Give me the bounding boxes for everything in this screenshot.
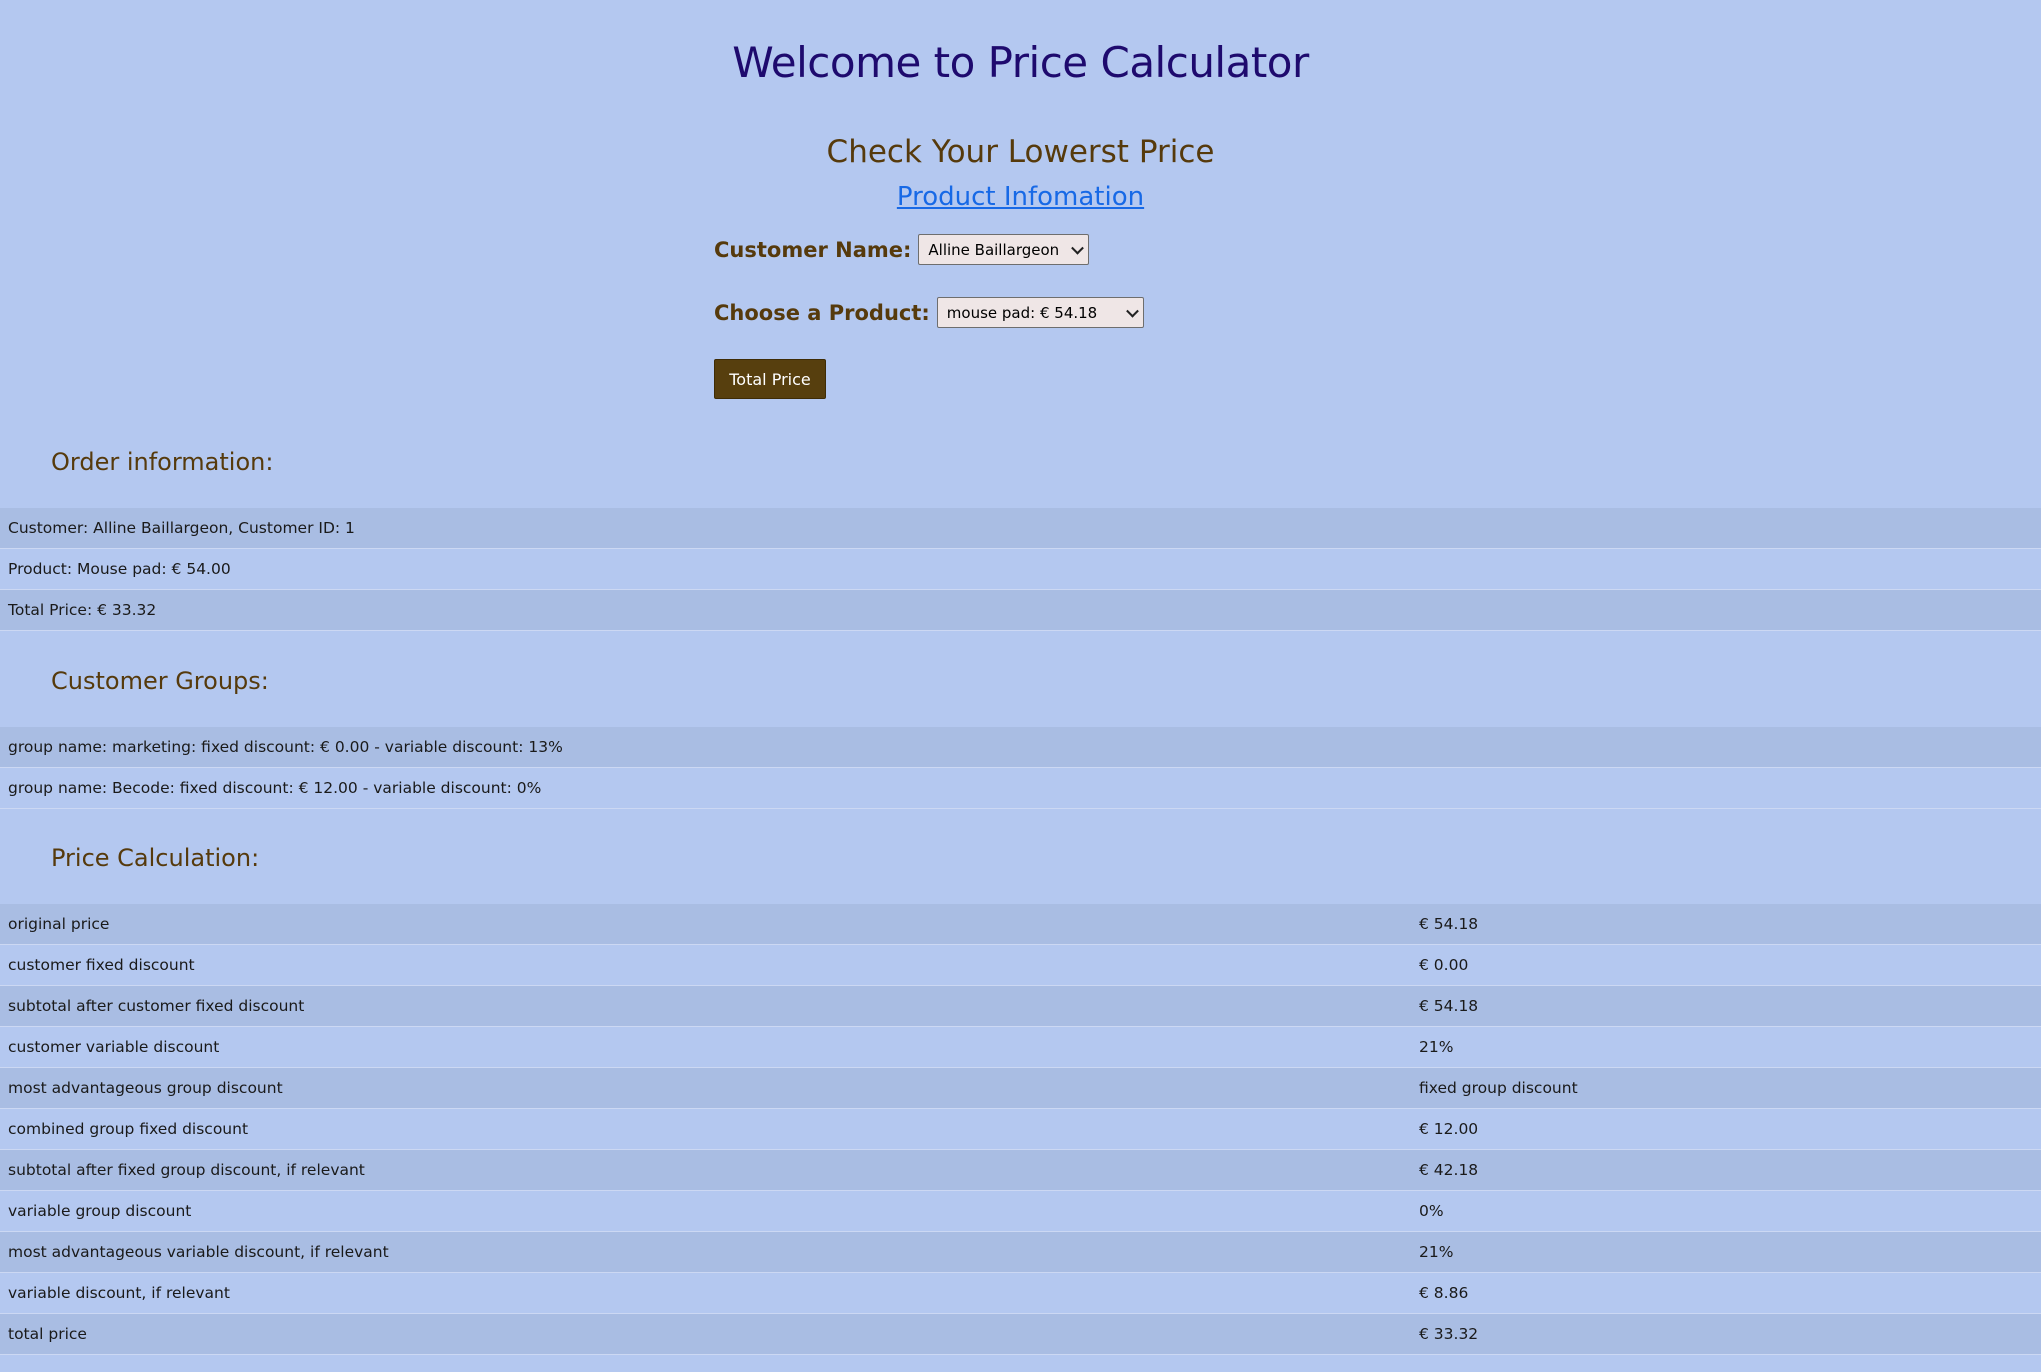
calc-label: total price bbox=[8, 1325, 87, 1343]
group-becode: group name: Becode: fixed discount: € 12… bbox=[8, 779, 542, 797]
order-information-table: Customer: Alline Baillargeon, Customer I… bbox=[0, 508, 2041, 631]
product-row: Choose a Product: mouse pad: € 54.18 bbox=[714, 297, 1144, 328]
calc-label: subtotal after customer fixed discount bbox=[8, 997, 305, 1015]
table-row: total price € 33.32 bbox=[0, 1314, 2041, 1355]
order-product: Product: Mouse pad: € 54.00 bbox=[8, 560, 231, 578]
product-select-value: mouse pad: € 54.18 bbox=[946, 303, 1098, 322]
table-row: subtotal after customer fixed discount € … bbox=[0, 986, 2041, 1027]
table-row: customer variable discount 21% bbox=[0, 1027, 2041, 1068]
calc-value: 0% bbox=[1419, 1202, 1444, 1220]
order-total-price: Total Price: € 33.32 bbox=[8, 601, 157, 619]
customer-name-label: Customer Name: bbox=[714, 237, 912, 262]
calc-value: 21% bbox=[1419, 1243, 1454, 1261]
customer-select[interactable]: Alline Baillargeon bbox=[918, 234, 1090, 265]
calc-value: € 54.18 bbox=[1419, 997, 1479, 1015]
calc-label: customer variable discount bbox=[8, 1038, 220, 1056]
calc-value: € 12.00 bbox=[1419, 1120, 1479, 1138]
table-row: Total Price: € 33.32 bbox=[0, 590, 2041, 631]
calc-label: variable group discount bbox=[8, 1202, 192, 1220]
choose-product-label: Choose a Product: bbox=[714, 300, 930, 325]
calc-value: € 0.00 bbox=[1419, 956, 1469, 974]
product-info-link-wrap: Product Infomation bbox=[0, 182, 2041, 212]
price-calculation-table: original price € 54.18 customer fixed dis… bbox=[0, 904, 2041, 1355]
table-row: variable group discount 0% bbox=[0, 1191, 2041, 1232]
table-row: variable discount, if relevant € 8.86 bbox=[0, 1273, 2041, 1314]
chevron-down-icon bbox=[1071, 241, 1085, 255]
calc-label: subtotal after fixed group discount, if … bbox=[8, 1161, 365, 1179]
calc-label: original price bbox=[8, 915, 110, 933]
calc-label: variable discount, if relevant bbox=[8, 1284, 230, 1302]
calc-value: 21% bbox=[1419, 1038, 1454, 1056]
calc-value: € 42.18 bbox=[1419, 1161, 1479, 1179]
calc-value: € 54.18 bbox=[1419, 915, 1479, 933]
total-price-button[interactable]: Total Price bbox=[714, 359, 826, 399]
page-subtitle: Check Your Lowerst Price bbox=[826, 134, 1215, 170]
customer-select-value: Alline Baillargeon bbox=[928, 240, 1060, 259]
order-information-heading: Order information: bbox=[51, 448, 274, 476]
table-row: most advantageous group discount fixed gr… bbox=[0, 1068, 2041, 1109]
table-row: subtotal after fixed group discount, if … bbox=[0, 1150, 2041, 1191]
calc-value: € 8.86 bbox=[1419, 1284, 1469, 1302]
calc-label: combined group fixed discount bbox=[8, 1120, 249, 1138]
order-customer: Customer: Alline Baillargeon, Customer I… bbox=[8, 519, 355, 537]
customer-row: Customer Name: Alline Baillargeon bbox=[714, 234, 1090, 265]
chevron-down-icon bbox=[1125, 304, 1139, 318]
table-row: Product: Mouse pad: € 54.00 bbox=[0, 549, 2041, 590]
calc-label: most advantageous variable discount, if … bbox=[8, 1243, 389, 1261]
table-row: most advantageous variable discount, if … bbox=[0, 1232, 2041, 1273]
customer-groups-table: group name: marketing: fixed discount: €… bbox=[0, 727, 2041, 809]
calc-label: most advantageous group discount bbox=[8, 1079, 283, 1097]
calc-value: € 33.32 bbox=[1419, 1325, 1479, 1343]
table-row: group name: Becode: fixed discount: € 12… bbox=[0, 768, 2041, 809]
table-row: combined group fixed discount € 12.00 bbox=[0, 1109, 2041, 1150]
calc-value: fixed group discount bbox=[1419, 1079, 1578, 1097]
group-marketing: group name: marketing: fixed discount: €… bbox=[8, 738, 563, 756]
table-row: group name: marketing: fixed discount: €… bbox=[0, 727, 2041, 768]
customer-groups-heading: Customer Groups: bbox=[51, 667, 269, 695]
table-row: original price € 54.18 bbox=[0, 904, 2041, 945]
price-calculation-heading: Price Calculation: bbox=[51, 844, 260, 872]
calc-label: customer fixed discount bbox=[8, 956, 195, 974]
product-select[interactable]: mouse pad: € 54.18 bbox=[936, 297, 1144, 328]
table-row: Customer: Alline Baillargeon, Customer I… bbox=[0, 508, 2041, 549]
page-title: Welcome to Price Calculator bbox=[732, 38, 1309, 87]
table-row: customer fixed discount € 0.00 bbox=[0, 945, 2041, 986]
product-info-link[interactable]: Product Infomation bbox=[897, 182, 1144, 212]
